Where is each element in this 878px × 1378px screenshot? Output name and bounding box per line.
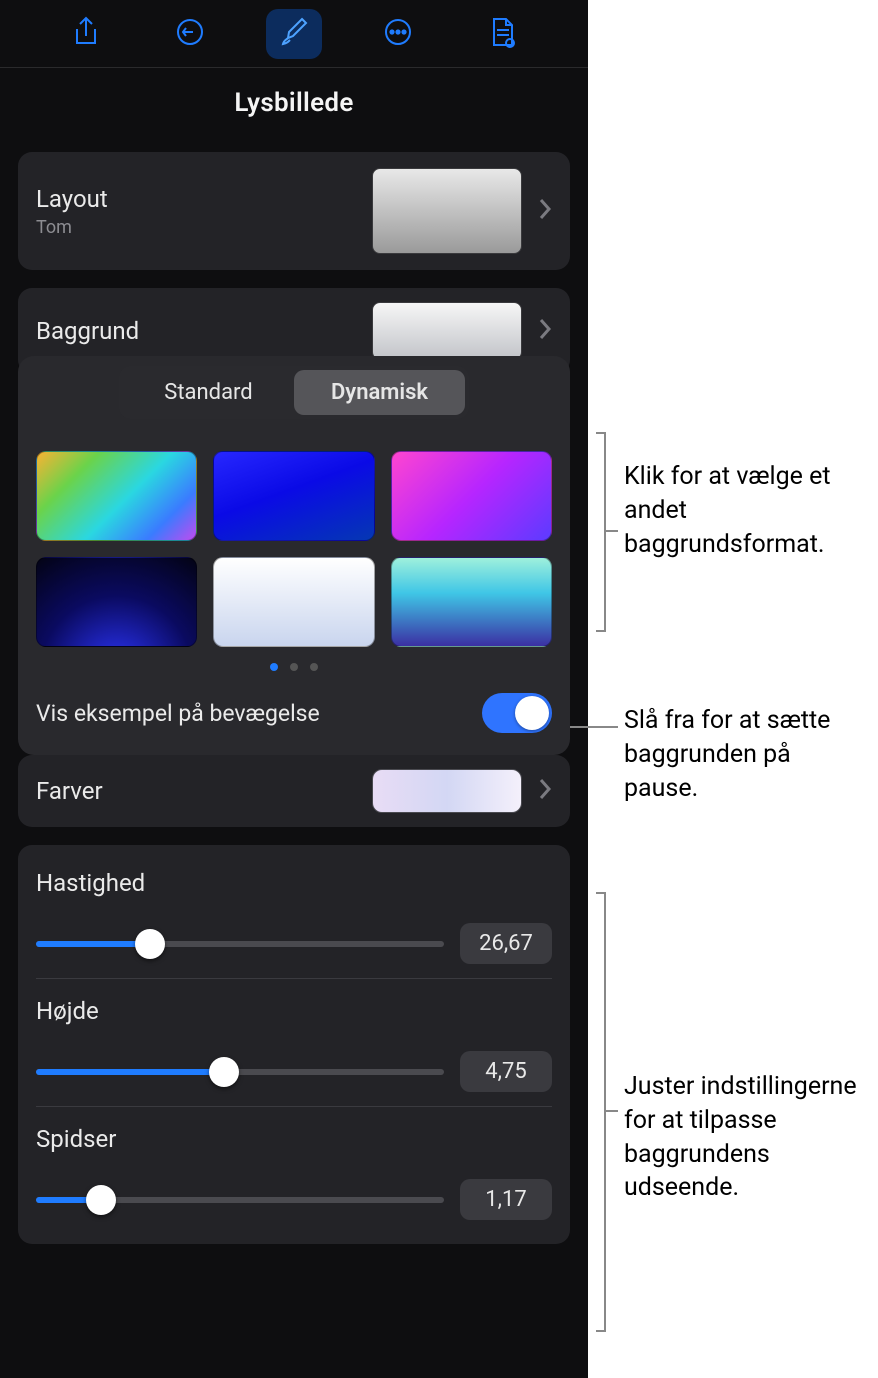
slider-speed: Hastighed 26,67 xyxy=(36,851,552,978)
panel-body: Layout Tom Baggrund xyxy=(0,138,588,1378)
ellipsis-circle-icon xyxy=(382,16,414,52)
chevron-right-icon xyxy=(538,777,552,805)
segment-dynamic[interactable]: Dynamisk xyxy=(294,370,465,415)
slider-height-value[interactable]: 4,75 xyxy=(460,1051,552,1092)
slider-speed-label: Hastighed xyxy=(36,869,552,897)
page-dot-2[interactable] xyxy=(290,663,298,671)
page-dot-3[interactable] xyxy=(310,663,318,671)
undo-button[interactable] xyxy=(162,9,218,59)
inspector-panel: Lysbillede Layout Tom Baggrund xyxy=(0,0,588,1378)
top-toolbar xyxy=(0,0,588,68)
motion-preview-label: Vis eksempel på bevægelse xyxy=(36,700,320,727)
bg-preset-6[interactable] xyxy=(391,557,552,647)
layout-sub: Tom xyxy=(36,217,356,238)
slider-height: Højde 4,75 xyxy=(36,978,552,1106)
annotation-bracket-1 xyxy=(596,432,606,632)
share-button[interactable] xyxy=(58,9,114,59)
switch-knob xyxy=(515,696,549,730)
brush-icon xyxy=(279,15,309,53)
chevron-right-icon xyxy=(538,317,552,345)
annotation-text-1: Klik for at vælge et andet baggrundsform… xyxy=(624,460,864,561)
slider-peaks-label: Spidser xyxy=(36,1125,552,1153)
page-dots[interactable] xyxy=(18,653,570,683)
slider-speed-track[interactable] xyxy=(36,941,444,947)
undo-icon xyxy=(174,16,206,52)
background-label: Baggrund xyxy=(36,317,356,345)
background-type-segmented[interactable]: Standard Dynamisk xyxy=(119,366,469,419)
motion-preview-row: Vis eksempel på bevægelse xyxy=(18,683,570,741)
document-view-button[interactable] xyxy=(474,9,530,59)
bg-preset-2[interactable] xyxy=(213,451,374,541)
background-thumb-grid xyxy=(18,433,570,653)
bg-preset-1[interactable] xyxy=(36,451,197,541)
slider-height-track[interactable] xyxy=(36,1069,444,1075)
layout-thumbnail xyxy=(372,168,522,254)
colors-label: Farver xyxy=(36,777,356,805)
slider-peaks-value[interactable]: 1,17 xyxy=(460,1179,552,1220)
annotation-leader-3 xyxy=(606,1110,618,1112)
bg-preset-4[interactable] xyxy=(36,557,197,647)
annotation-leader-1 xyxy=(606,530,618,532)
bg-preset-3[interactable] xyxy=(391,451,552,541)
format-brush-button[interactable] xyxy=(266,9,322,59)
page-dot-1[interactable] xyxy=(270,663,278,671)
layout-row[interactable]: Layout Tom xyxy=(18,152,570,270)
colors-row[interactable]: Farver xyxy=(18,755,570,827)
background-thumbnail xyxy=(372,302,522,360)
colors-swatch xyxy=(372,769,522,813)
layout-label: Layout xyxy=(36,185,356,213)
segment-standard[interactable]: Standard xyxy=(123,370,294,415)
document-icon xyxy=(488,16,516,52)
slider-height-label: Højde xyxy=(36,997,552,1025)
chevron-right-icon xyxy=(538,197,552,225)
motion-preview-switch[interactable] xyxy=(482,693,552,733)
annotation-text-3: Juster indstillingerne for at tilpasse b… xyxy=(624,1070,864,1205)
annotation-text-2: Slå fra for at sætte baggrunden på pause… xyxy=(624,704,854,805)
panel-title: Lysbillede xyxy=(0,68,588,138)
more-button[interactable] xyxy=(370,9,426,59)
bg-preset-5[interactable] xyxy=(213,557,374,647)
slider-peaks: Spidser 1,17 xyxy=(36,1106,552,1234)
slider-peaks-track[interactable] xyxy=(36,1197,444,1203)
sliders-card: Hastighed 26,67 Højde 4,75 xyxy=(18,845,570,1244)
slider-speed-value[interactable]: 26,67 xyxy=(460,923,552,964)
dynamic-background-card: Standard Dynamisk Vis eksempel på bevæge… xyxy=(18,356,570,755)
share-icon xyxy=(71,15,101,53)
annotation-bracket-3 xyxy=(596,892,606,1332)
